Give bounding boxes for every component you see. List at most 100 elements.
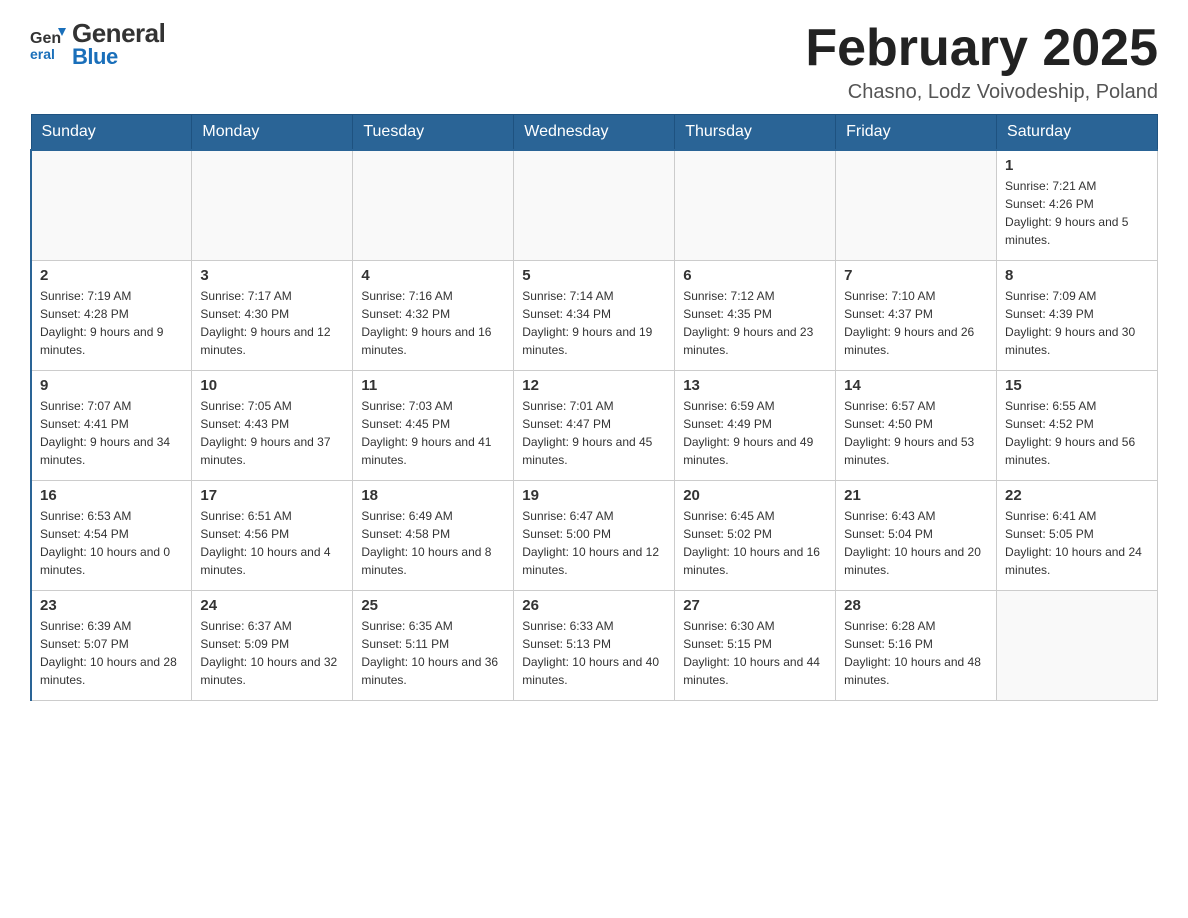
weekday-friday: Friday [836,115,997,151]
logo-svg: Gen eral [30,26,66,62]
day-number: 9 [40,377,183,394]
calendar-cell: 16Sunrise: 6:53 AMSunset: 4:54 PMDayligh… [31,480,192,590]
calendar-cell: 22 Sunrise: 6:41 AMSunset: 5:05 PMDayligh… [997,480,1158,590]
day-info: Sunrise: 6:28 AMSunset: 5:16 PMDaylight:… [844,617,988,689]
day-number: 6 [683,267,827,284]
day-info: Sunrise: 6:43 AMSunset: 5:04 PMDaylight:… [844,507,988,579]
calendar-cell: 12 Sunrise: 7:01 AMSunset: 4:47 PMDayligh… [514,370,675,480]
day-number: 10 [200,377,344,394]
day-info: Sunrise: 7:16 AMSunset: 4:32 PMDaylight:… [361,287,505,359]
day-info: Sunrise: 6:30 AMSunset: 5:15 PMDaylight:… [683,617,827,689]
weekday-monday: Monday [192,115,353,151]
day-number: 8 [1005,267,1149,284]
day-number: 27 [683,597,827,614]
calendar-cell: 15 Sunrise: 6:55 AMSunset: 4:52 PMDayligh… [997,370,1158,480]
day-number: 4 [361,267,505,284]
weekday-thursday: Thursday [675,115,836,151]
weekday-tuesday: Tuesday [353,115,514,151]
calendar-cell: 6 Sunrise: 7:12 AMSunset: 4:35 PMDaylight… [675,260,836,370]
calendar-table: SundayMondayTuesdayWednesdayThursdayFrid… [30,114,1158,701]
day-info: Sunrise: 6:59 AMSunset: 4:49 PMDaylight:… [683,397,827,469]
day-number: 11 [361,377,505,394]
calendar-cell: 2 Sunrise: 7:19 AMSunset: 4:28 PMDaylight… [31,260,192,370]
calendar-cell: 26 Sunrise: 6:33 AMSunset: 5:13 PMDayligh… [514,590,675,700]
day-info: Sunrise: 7:05 AMSunset: 4:43 PMDaylight:… [200,397,344,469]
page-header: Gen eral General Blue February 2025 Chas… [30,20,1158,104]
day-number: 22 [1005,487,1149,504]
calendar-title: February 2025 [805,20,1158,77]
calendar-cell: 7 Sunrise: 7:10 AMSunset: 4:37 PMDaylight… [836,260,997,370]
day-number: 2 [40,267,183,284]
calendar-cell [353,150,514,260]
day-number: 23 [40,597,183,614]
day-info: Sunrise: 7:10 AMSunset: 4:37 PMDaylight:… [844,287,988,359]
calendar-cell: 3 Sunrise: 7:17 AMSunset: 4:30 PMDaylight… [192,260,353,370]
day-number: 13 [683,377,827,394]
calendar-cell: 24 Sunrise: 6:37 AMSunset: 5:09 PMDayligh… [192,590,353,700]
day-info: Sunrise: 7:21 AMSunset: 4:26 PMDaylight:… [1005,177,1149,249]
calendar-cell [192,150,353,260]
calendar-cell: 13 Sunrise: 6:59 AMSunset: 4:49 PMDayligh… [675,370,836,480]
calendar-cell: 9Sunrise: 7:07 AMSunset: 4:41 PMDaylight… [31,370,192,480]
day-number: 15 [1005,377,1149,394]
calendar-cell: 14Sunrise: 6:57 AMSunset: 4:50 PMDayligh… [836,370,997,480]
calendar-cell: 4 Sunrise: 7:16 AMSunset: 4:32 PMDaylight… [353,260,514,370]
weekday-sunday: Sunday [31,115,192,151]
calendar-cell: 27 Sunrise: 6:30 AMSunset: 5:15 PMDayligh… [675,590,836,700]
calendar-cell: 10 Sunrise: 7:05 AMSunset: 4:43 PMDayligh… [192,370,353,480]
calendar-week-1: 1 Sunrise: 7:21 AMSunset: 4:26 PMDaylight… [31,150,1158,260]
calendar-cell: 20 Sunrise: 6:45 AMSunset: 5:02 PMDayligh… [675,480,836,590]
day-info: Sunrise: 6:51 AMSunset: 4:56 PMDaylight:… [200,507,344,579]
calendar-week-4: 16Sunrise: 6:53 AMSunset: 4:54 PMDayligh… [31,480,1158,590]
calendar-cell: 21Sunrise: 6:43 AMSunset: 5:04 PMDayligh… [836,480,997,590]
day-number: 28 [844,597,988,614]
weekday-saturday: Saturday [997,115,1158,151]
day-info: Sunrise: 7:12 AMSunset: 4:35 PMDaylight:… [683,287,827,359]
calendar-cell: 25Sunrise: 6:35 AMSunset: 5:11 PMDayligh… [353,590,514,700]
day-number: 16 [40,487,183,504]
calendar-subtitle: Chasno, Lodz Voivodeship, Poland [805,81,1158,104]
day-info: Sunrise: 7:17 AMSunset: 4:30 PMDaylight:… [200,287,344,359]
day-number: 5 [522,267,666,284]
day-info: Sunrise: 6:47 AMSunset: 5:00 PMDaylight:… [522,507,666,579]
day-number: 20 [683,487,827,504]
day-info: Sunrise: 6:49 AMSunset: 4:58 PMDaylight:… [361,507,505,579]
day-info: Sunrise: 7:09 AMSunset: 4:39 PMDaylight:… [1005,287,1149,359]
day-number: 7 [844,267,988,284]
calendar-cell: 11Sunrise: 7:03 AMSunset: 4:45 PMDayligh… [353,370,514,480]
calendar-cell: 23 Sunrise: 6:39 AMSunset: 5:07 PMDayligh… [31,590,192,700]
day-info: Sunrise: 6:55 AMSunset: 4:52 PMDaylight:… [1005,397,1149,469]
day-number: 17 [200,487,344,504]
calendar-week-2: 2 Sunrise: 7:19 AMSunset: 4:28 PMDaylight… [31,260,1158,370]
day-info: Sunrise: 6:41 AMSunset: 5:05 PMDaylight:… [1005,507,1149,579]
day-number: 25 [361,597,505,614]
day-info: Sunrise: 6:39 AMSunset: 5:07 PMDaylight:… [40,617,183,689]
weekday-header-row: SundayMondayTuesdayWednesdayThursdayFrid… [31,115,1158,151]
day-info: Sunrise: 7:19 AMSunset: 4:28 PMDaylight:… [40,287,183,359]
day-number: 3 [200,267,344,284]
day-number: 12 [522,377,666,394]
day-info: Sunrise: 7:01 AMSunset: 4:47 PMDaylight:… [522,397,666,469]
day-number: 1 [1005,157,1149,174]
day-number: 18 [361,487,505,504]
logo: Gen eral General Blue [30,20,165,68]
title-block: February 2025 Chasno, Lodz Voivodeship, … [805,20,1158,104]
calendar-cell: 1 Sunrise: 7:21 AMSunset: 4:26 PMDaylight… [997,150,1158,260]
day-info: Sunrise: 6:33 AMSunset: 5:13 PMDaylight:… [522,617,666,689]
day-number: 24 [200,597,344,614]
day-info: Sunrise: 6:37 AMSunset: 5:09 PMDaylight:… [200,617,344,689]
day-info: Sunrise: 6:57 AMSunset: 4:50 PMDaylight:… [844,397,988,469]
logo-general-text: General [72,20,165,46]
calendar-cell [31,150,192,260]
weekday-wednesday: Wednesday [514,115,675,151]
calendar-cell: 17 Sunrise: 6:51 AMSunset: 4:56 PMDayligh… [192,480,353,590]
svg-text:Gen: Gen [30,30,61,47]
calendar-cell [514,150,675,260]
day-number: 26 [522,597,666,614]
day-info: Sunrise: 7:14 AMSunset: 4:34 PMDaylight:… [522,287,666,359]
calendar-cell [997,590,1158,700]
day-info: Sunrise: 6:45 AMSunset: 5:02 PMDaylight:… [683,507,827,579]
calendar-week-3: 9Sunrise: 7:07 AMSunset: 4:41 PMDaylight… [31,370,1158,480]
calendar-cell: 8 Sunrise: 7:09 AMSunset: 4:39 PMDaylight… [997,260,1158,370]
calendar-cell [836,150,997,260]
